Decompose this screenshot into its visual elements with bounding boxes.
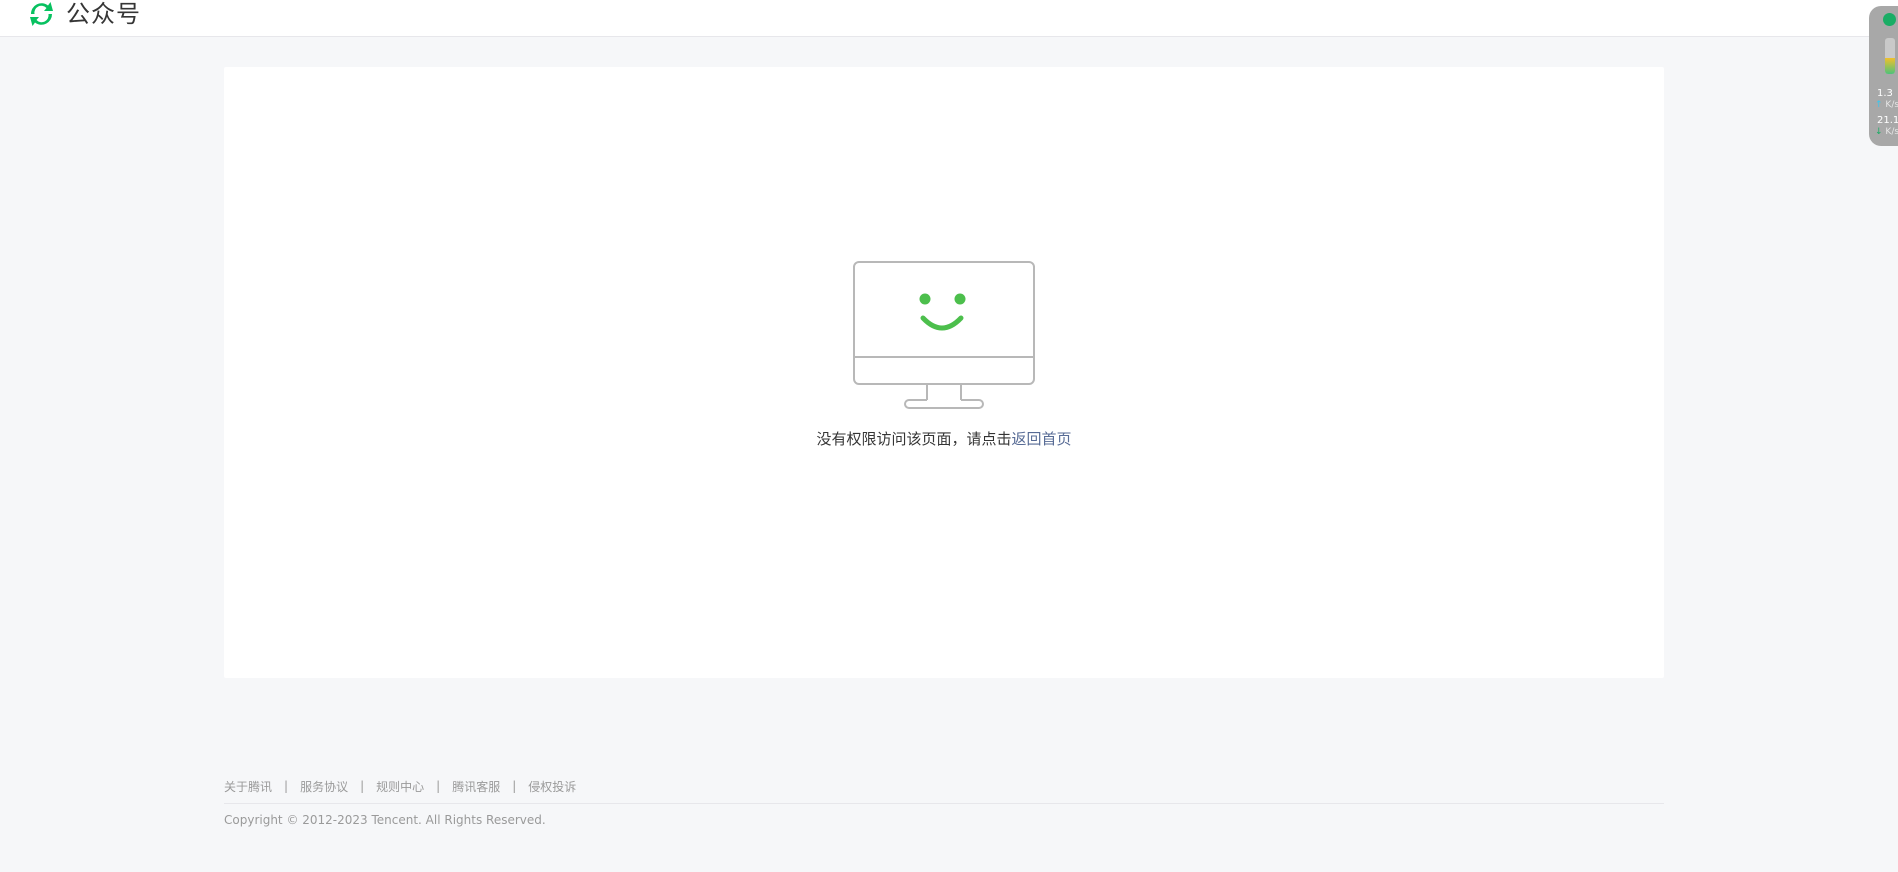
status-dot-icon [1883, 13, 1896, 26]
upload-speed-value: 1.3 [1877, 88, 1893, 99]
usage-gauge [1885, 38, 1895, 74]
upload-unit-label: K/s [1885, 100, 1898, 110]
top-bar: 公众号 [0, 0, 1898, 37]
footer-link-customer-service[interactable]: 腾讯客服 [452, 778, 500, 795]
upload-arrow-icon: ↑ [1875, 100, 1883, 110]
footer-links: 关于腾讯 | 服务协议 | 规则中心 | 腾讯客服 | 侵权投诉 [224, 776, 1664, 796]
message-text: 没有权限访问该页面，请点击 [816, 430, 1012, 448]
copyright-text: Copyright © 2012-2023 Tencent. All Right… [224, 813, 546, 827]
download-speed-value: 21.1 [1877, 115, 1898, 126]
upload-speed-unit: ↑ K/s [1875, 100, 1898, 110]
usage-gauge-fill [1885, 57, 1895, 74]
return-home-link[interactable]: 返回首页 [1012, 430, 1072, 448]
footer-separator: | [436, 779, 441, 793]
footer-separator: | [512, 779, 517, 793]
footer-link-rules-center[interactable]: 规则中心 [376, 778, 424, 795]
logo-text: 公众号 [66, 0, 141, 28]
network-speed-widget[interactable]: 1.3 ↑ K/s 21.1 ↓ K/s [1869, 6, 1898, 146]
smiling-monitor-icon [853, 261, 1035, 409]
footer: 关于腾讯 | 服务协议 | 规则中心 | 腾讯客服 | 侵权投诉 Copyrig… [224, 776, 1664, 827]
footer-separator: | [284, 779, 289, 793]
footer-link-about[interactable]: 关于腾讯 [224, 778, 272, 795]
download-unit-label: K/s [1885, 127, 1898, 137]
footer-link-infringement-complaint[interactable]: 侵权投诉 [528, 778, 576, 795]
wechat-official-accounts-logo-icon [30, 2, 53, 26]
footer-divider [224, 803, 1664, 804]
footer-link-service-agreement[interactable]: 服务协议 [300, 778, 348, 795]
logo-link[interactable]: 公众号 [26, 0, 141, 28]
content-card: 没有权限访问该页面，请点击返回首页 [224, 67, 1664, 678]
no-permission-message: 没有权限访问该页面，请点击返回首页 [224, 429, 1664, 449]
footer-separator: | [360, 779, 365, 793]
download-speed-unit: ↓ K/s [1875, 127, 1898, 137]
download-arrow-icon: ↓ [1875, 127, 1883, 137]
